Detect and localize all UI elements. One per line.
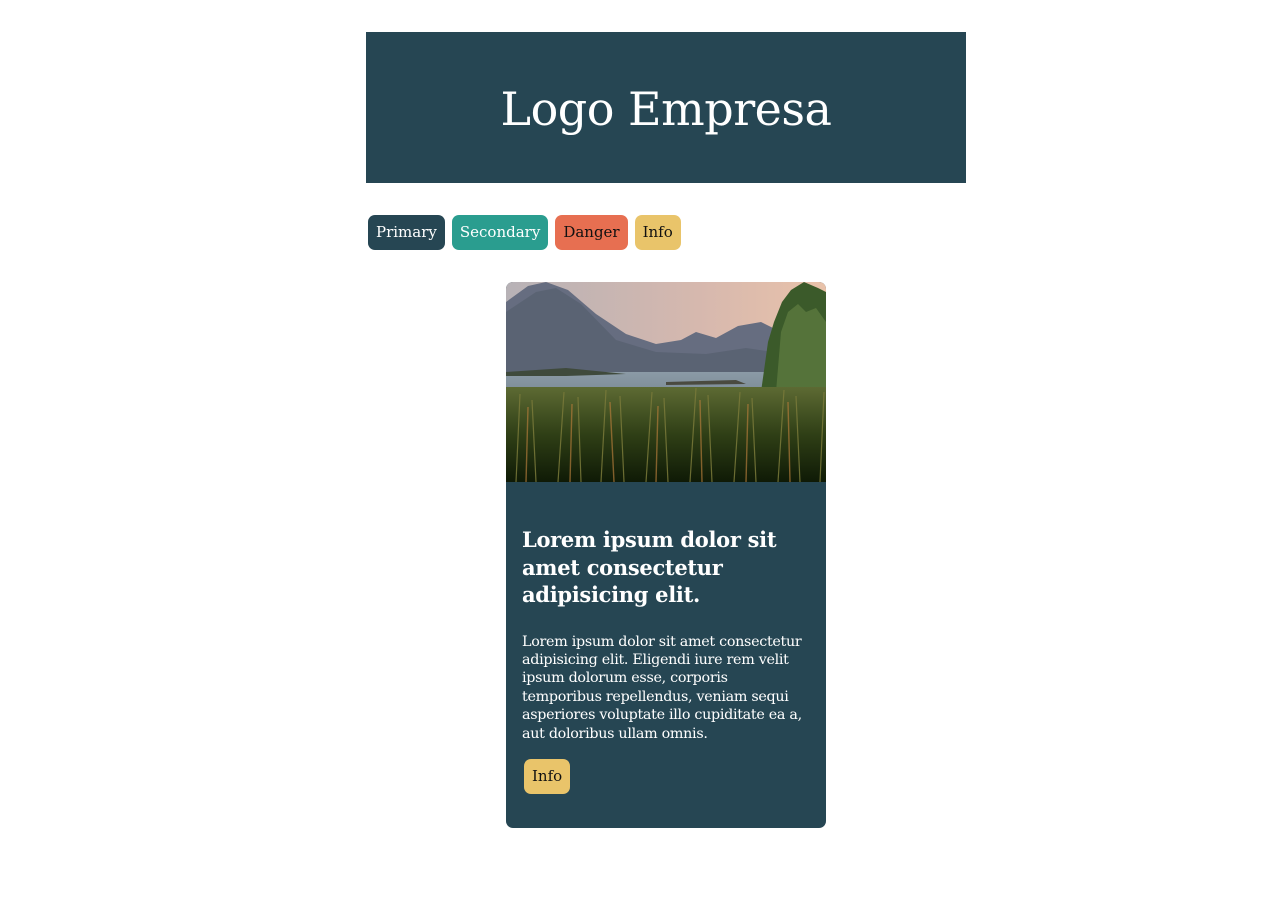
card: Lorem ipsum dolor sit amet consectetur a… bbox=[506, 282, 826, 828]
secondary-button[interactable]: Secondary bbox=[451, 215, 549, 250]
danger-button[interactable]: Danger bbox=[555, 215, 628, 250]
info-button[interactable]: Info bbox=[634, 215, 681, 250]
card-info-button[interactable]: Info bbox=[524, 758, 571, 794]
card-body: Lorem ipsum dolor sit amet consectetur a… bbox=[506, 526, 826, 794]
primary-button[interactable]: Primary bbox=[368, 215, 445, 250]
button-row: Primary Secondary Danger Info bbox=[366, 215, 966, 250]
page-container: Logo Empresa Primary Secondary Danger In… bbox=[366, 32, 966, 250]
card-text: Lorem ipsum dolor sit amet consectetur a… bbox=[522, 633, 802, 742]
card-landscape-image bbox=[506, 282, 826, 482]
site-header: Logo Empresa bbox=[366, 32, 966, 183]
card-title: Lorem ipsum dolor sit amet consectetur a… bbox=[522, 527, 777, 607]
logo-title: Logo Empresa bbox=[500, 81, 832, 136]
